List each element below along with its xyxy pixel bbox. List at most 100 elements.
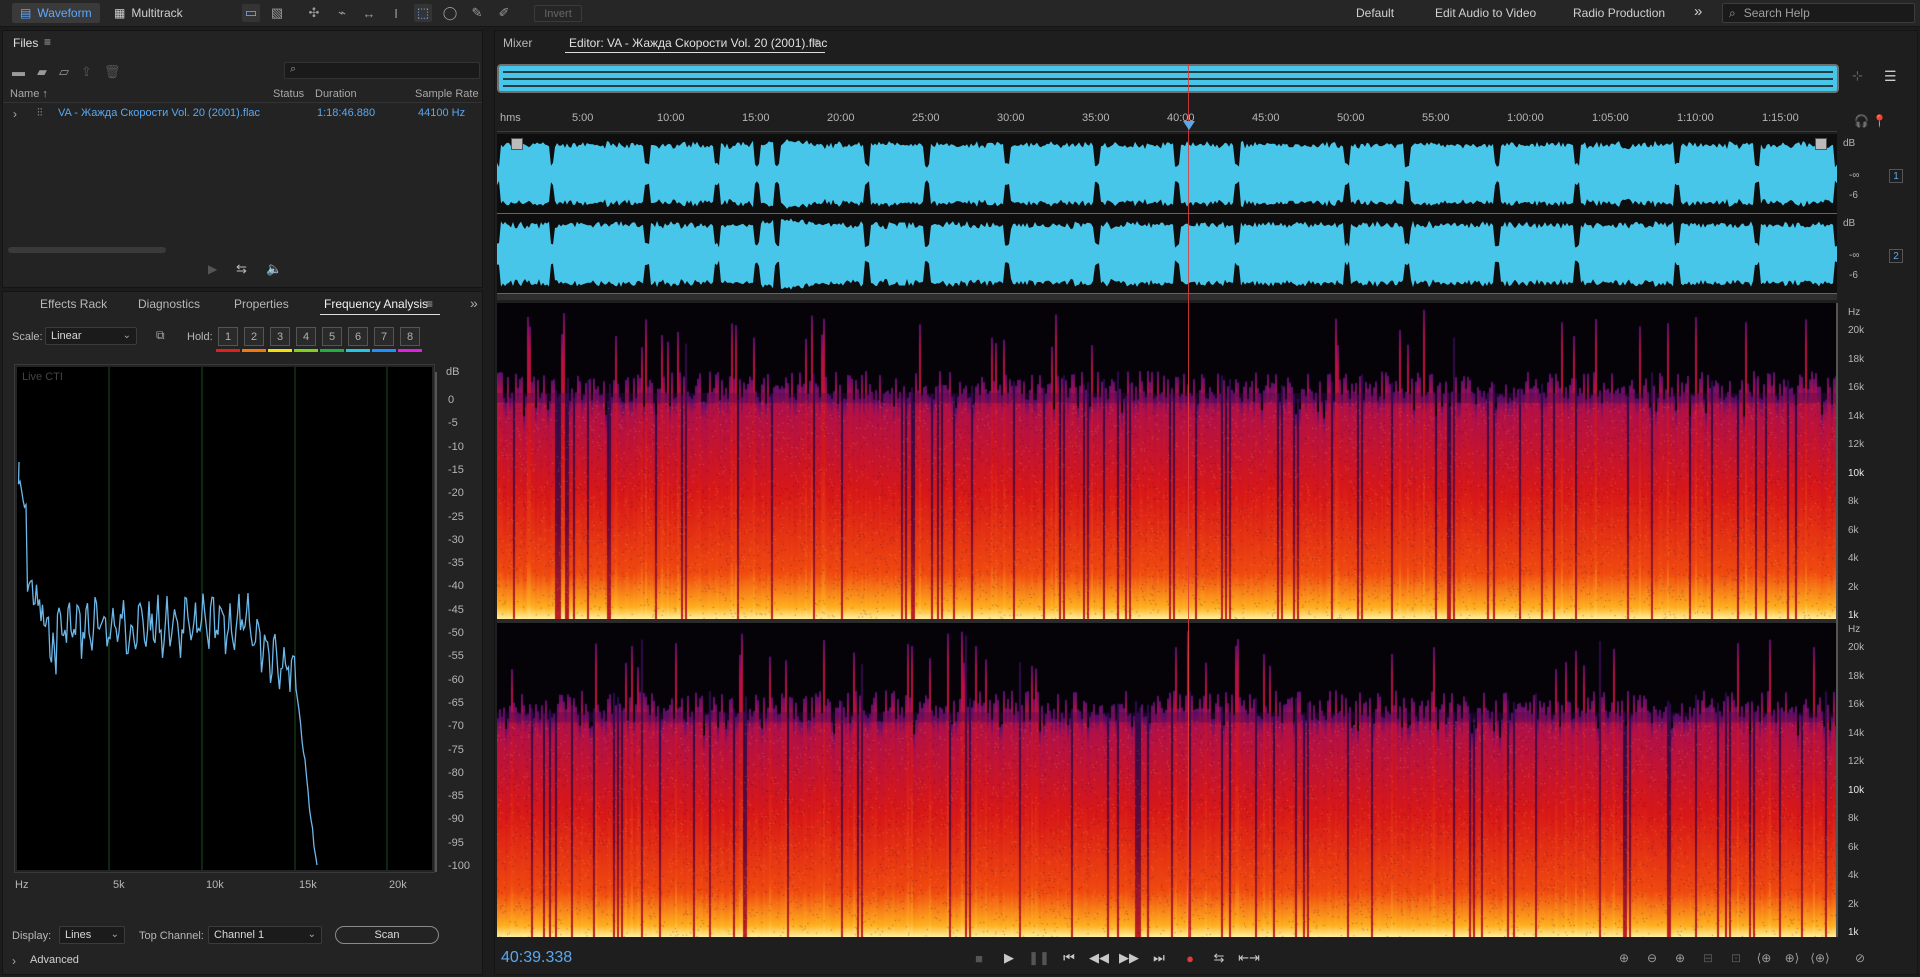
db-minus-inf-ch2: -∞ xyxy=(1849,250,1860,261)
file-row[interactable]: › ⫶⫶ VA - Жажда Скорости Vol. 20 (2001).… xyxy=(3,103,482,123)
ruler-tick-label: 1:10:00 xyxy=(1677,112,1714,124)
playhead-marker-icon[interactable] xyxy=(1183,121,1195,130)
skip-selection-button[interactable]: ⇤⇥ xyxy=(1238,949,1260,967)
spectral-display-toggle-icon[interactable]: ▭ xyxy=(242,4,260,22)
db-tick: -65 xyxy=(448,696,464,709)
open-file-icon[interactable]: ▬ xyxy=(12,64,25,80)
hold-8-button[interactable]: 8 xyxy=(400,327,420,346)
go-to-start-button[interactable]: ⏮ xyxy=(1059,949,1079,967)
fast-forward-button[interactable]: ▶▶ xyxy=(1119,949,1139,967)
spectrogram-channel-1[interactable] xyxy=(497,303,1837,619)
splitter-bar[interactable] xyxy=(497,294,1837,300)
current-time-display[interactable]: 40:39.338 xyxy=(501,949,572,967)
workspace-default[interactable]: Default xyxy=(1356,6,1394,20)
zoom-in-time-icon[interactable]: ⊕ xyxy=(1669,949,1691,967)
workspace-radio-production[interactable]: Radio Production xyxy=(1573,6,1665,20)
hold-1-button[interactable]: 1 xyxy=(218,327,238,346)
zoom-in-right-icon[interactable]: ⊕⟩ xyxy=(1781,949,1803,967)
scale-dropdown[interactable]: Linear ⌄ xyxy=(45,327,137,345)
editor-menu-icon[interactable]: ≡ xyxy=(812,35,819,49)
frequency-analysis-menu-icon[interactable]: ≡ xyxy=(426,297,433,311)
more-workspaces-icon[interactable]: » xyxy=(1694,3,1702,20)
spectrogram-channel-2[interactable] xyxy=(497,623,1837,937)
hold-3-button[interactable]: 3 xyxy=(270,327,290,346)
hold-5-button[interactable]: 5 xyxy=(322,327,342,346)
zoom-navigator-icon[interactable]: ⊹ xyxy=(1852,68,1863,84)
top-channel-dropdown[interactable]: Channel 1 ⌄ xyxy=(208,926,322,944)
panel-overflow-icon[interactable]: » xyxy=(470,295,478,311)
headphones-icon[interactable]: 🎧 xyxy=(1854,114,1869,128)
column-name[interactable]: Name ↑ xyxy=(10,88,48,100)
hold-7-button[interactable]: 7 xyxy=(374,327,394,346)
zoom-in-left-icon[interactable]: ⟨⊕ xyxy=(1753,949,1775,967)
lasso-selection-tool-icon[interactable]: ◯ xyxy=(441,4,459,22)
zoom-out-amplitude-icon[interactable]: ⊖ xyxy=(1641,949,1663,967)
overview-navigator[interactable] xyxy=(497,64,1839,93)
zoom-reset-icon[interactable]: ⊘ xyxy=(1849,949,1871,967)
expand-chevron-icon[interactable]: › xyxy=(13,107,17,121)
search-help-field[interactable]: ⌕ Search Help xyxy=(1722,3,1915,23)
advanced-settings-icon[interactable]: ⧉ xyxy=(156,328,165,343)
time-selection-tool-icon[interactable]: I xyxy=(387,4,405,22)
insert-into-multitrack-icon[interactable]: ⇪ xyxy=(81,64,92,80)
go-to-end-button[interactable]: ⏭ xyxy=(1149,949,1169,967)
loop-playback-button[interactable]: ⇆ xyxy=(1209,949,1229,967)
zoom-both-icon[interactable]: ⟨⊕⟩ xyxy=(1809,949,1831,967)
record-button[interactable]: ● xyxy=(1180,949,1200,967)
channel-2-toggle[interactable]: 2 xyxy=(1889,249,1903,263)
waveform-view-button[interactable]: ▤ Waveform xyxy=(12,3,100,23)
marquee-selection-tool-icon[interactable]: ⬚ xyxy=(414,4,432,22)
preview-play-icon[interactable]: ▶ xyxy=(208,262,217,276)
razor-tool-icon[interactable]: ⌁ xyxy=(333,4,351,22)
hold-6-button[interactable]: 6 xyxy=(348,327,368,346)
tab-effects-rack[interactable]: Effects Rack xyxy=(40,297,107,311)
play-button[interactable]: ▶ xyxy=(999,949,1019,967)
column-sample-rate[interactable]: Sample Rate xyxy=(415,88,479,100)
spot-healing-brush-icon[interactable]: ✐ xyxy=(495,4,513,22)
advanced-toggle[interactable]: Advanced xyxy=(30,954,79,966)
zoom-out-full-icon[interactable]: ⊟ xyxy=(1697,949,1719,967)
hz-tick: 10k xyxy=(1848,784,1865,796)
channel-1-toggle[interactable]: 1 xyxy=(1889,169,1903,183)
playhead-line[interactable] xyxy=(1188,64,1189,937)
advanced-expand-chevron-icon[interactable]: › xyxy=(12,954,16,968)
zoom-selection-icon[interactable]: ⊡ xyxy=(1725,949,1747,967)
hold-4-button[interactable]: 4 xyxy=(296,327,316,346)
file-name: VA - Жажда Скорости Vol. 20 (2001).flac xyxy=(58,107,261,119)
files-horizontal-scrollbar[interactable] xyxy=(8,247,166,253)
brush-selection-tool-icon[interactable]: ✎ xyxy=(468,4,486,22)
tab-properties[interactable]: Properties xyxy=(234,297,289,311)
column-status[interactable]: Status xyxy=(273,88,304,100)
display-dropdown[interactable]: Lines ⌄ xyxy=(59,926,125,944)
tab-frequency-analysis[interactable]: Frequency Analysis xyxy=(324,297,428,311)
files-search-field[interactable]: ⌕ xyxy=(284,62,480,79)
scan-button[interactable]: Scan xyxy=(335,926,439,944)
column-duration[interactable]: Duration xyxy=(315,88,357,100)
autoplay-speaker-icon[interactable]: 🔈 xyxy=(266,261,282,277)
pin-icon[interactable]: 📍 xyxy=(1872,114,1887,128)
import-file-icon[interactable]: ▰ xyxy=(37,64,47,80)
live-cti-label: Live CTI xyxy=(22,371,63,383)
zoom-in-amplitude-icon[interactable]: ⊕ xyxy=(1613,949,1635,967)
waveform-display[interactable] xyxy=(497,134,1837,294)
rewind-button[interactable]: ◀◀ xyxy=(1089,949,1109,967)
stop-button[interactable]: ■ xyxy=(969,949,989,967)
spectral-frequency-icon[interactable]: ▧ xyxy=(268,4,286,22)
new-file-icon[interactable]: ▱ xyxy=(59,64,69,80)
tab-diagnostics[interactable]: Diagnostics xyxy=(138,297,200,311)
hold-2-button[interactable]: 2 xyxy=(244,327,264,346)
tab-editor[interactable]: Editor: VA - Жажда Скорости Vol. 20 (200… xyxy=(569,36,827,50)
delete-file-icon[interactable]: 🗑 xyxy=(104,64,121,80)
files-panel-menu-icon[interactable]: ≡ xyxy=(44,35,51,49)
multitrack-view-button[interactable]: ▦ Multitrack xyxy=(106,3,191,23)
slip-tool-icon[interactable]: ↔ xyxy=(360,4,378,22)
move-tool-icon[interactable]: ✣ xyxy=(305,4,323,22)
invert-button[interactable]: Invert xyxy=(534,5,582,22)
fade-in-handle[interactable] xyxy=(511,138,523,150)
workspace-edit-audio-to-video[interactable]: Edit Audio to Video xyxy=(1435,6,1536,20)
loop-preview-icon[interactable]: ⇆ xyxy=(236,261,247,277)
spectral-settings-icon[interactable]: ☰ xyxy=(1884,68,1897,85)
tab-mixer[interactable]: Mixer xyxy=(503,36,532,50)
pause-button[interactable]: ❚❚ xyxy=(1028,949,1050,967)
fade-out-handle[interactable] xyxy=(1815,138,1827,150)
